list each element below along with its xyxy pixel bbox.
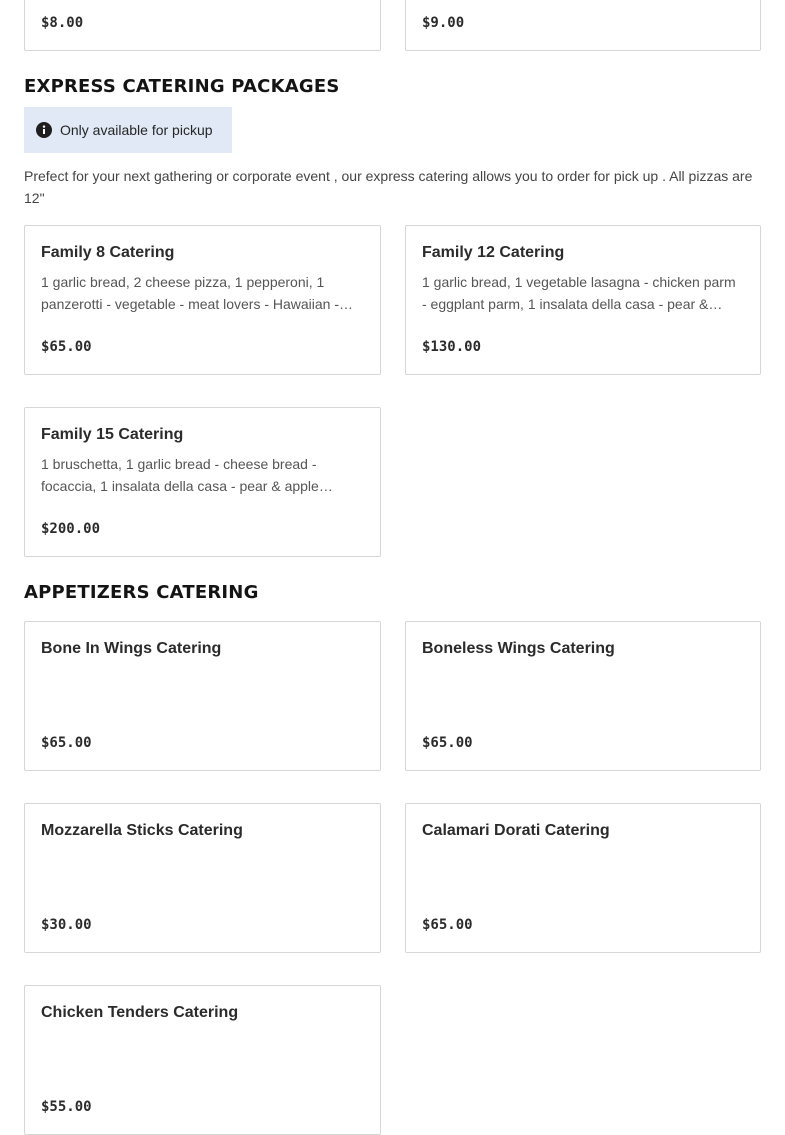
item-price: $8.00 <box>41 15 84 31</box>
item-price: $200.00 <box>41 521 101 537</box>
item-title: Chicken Tenders Catering <box>41 1004 239 1021</box>
item-title: Family 15 Catering <box>41 426 184 443</box>
item-price: $55.00 <box>41 1099 92 1115</box>
item-title: Boneless Wings Catering <box>422 640 615 657</box>
item-title: Calamari Dorati Catering <box>422 822 610 839</box>
menu-item-card[interactable]: Chicken Tenders Catering $55.00 <box>24 985 381 1135</box>
item-price: $65.00 <box>41 735 92 751</box>
catering-menu-page: $8.00 $9.00 EXPRESS CATERING PACKAGES On… <box>0 0 785 1135</box>
item-title: Family 12 Catering <box>422 244 565 261</box>
item-description: 1 garlic bread, 1 vegetable lasagna - ch… <box>422 274 736 312</box>
pickup-notice-text: Only available for pickup <box>60 122 213 138</box>
section-heading-appetizers-catering: APPETIZERS CATERING <box>24 582 259 603</box>
pickup-notice: Only available for pickup <box>24 107 232 153</box>
section-heading-express-catering: EXPRESS CATERING PACKAGES <box>24 76 340 97</box>
menu-item-card[interactable]: Family 12 Catering 1 garlic bread, 1 veg… <box>405 225 761 375</box>
menu-item-card[interactable]: Family 15 Catering 1 bruschetta, 1 garli… <box>24 407 381 557</box>
express-catering-description: Prefect for your next gathering or corpo… <box>24 168 753 206</box>
item-price: $30.00 <box>41 917 92 933</box>
menu-item-card[interactable]: Calamari Dorati Catering $65.00 <box>405 803 761 953</box>
item-price: $65.00 <box>422 735 473 751</box>
menu-item-card[interactable]: Family 8 Catering 1 garlic bread, 2 chee… <box>24 225 381 375</box>
item-price: $9.00 <box>422 15 465 31</box>
item-title: Mozzarella Sticks Catering <box>41 822 243 839</box>
menu-item-card[interactable]: $9.00 <box>405 0 761 51</box>
item-description: 1 bruschetta, 1 garlic bread - cheese br… <box>41 456 333 494</box>
item-title: Bone In Wings Catering <box>41 640 222 657</box>
item-price: $130.00 <box>422 339 482 355</box>
item-price: $65.00 <box>422 917 473 933</box>
menu-item-card[interactable]: Bone In Wings Catering $65.00 <box>24 621 381 771</box>
item-price: $65.00 <box>41 339 92 355</box>
menu-item-card[interactable]: $8.00 <box>24 0 381 51</box>
menu-item-card[interactable]: Mozzarella Sticks Catering $30.00 <box>24 803 381 953</box>
item-title: Family 8 Catering <box>41 244 175 261</box>
menu-item-card[interactable]: Boneless Wings Catering $65.00 <box>405 621 761 771</box>
info-icon <box>36 122 52 138</box>
item-description: 1 garlic bread, 2 cheese pizza, 1 pepper… <box>41 274 354 312</box>
